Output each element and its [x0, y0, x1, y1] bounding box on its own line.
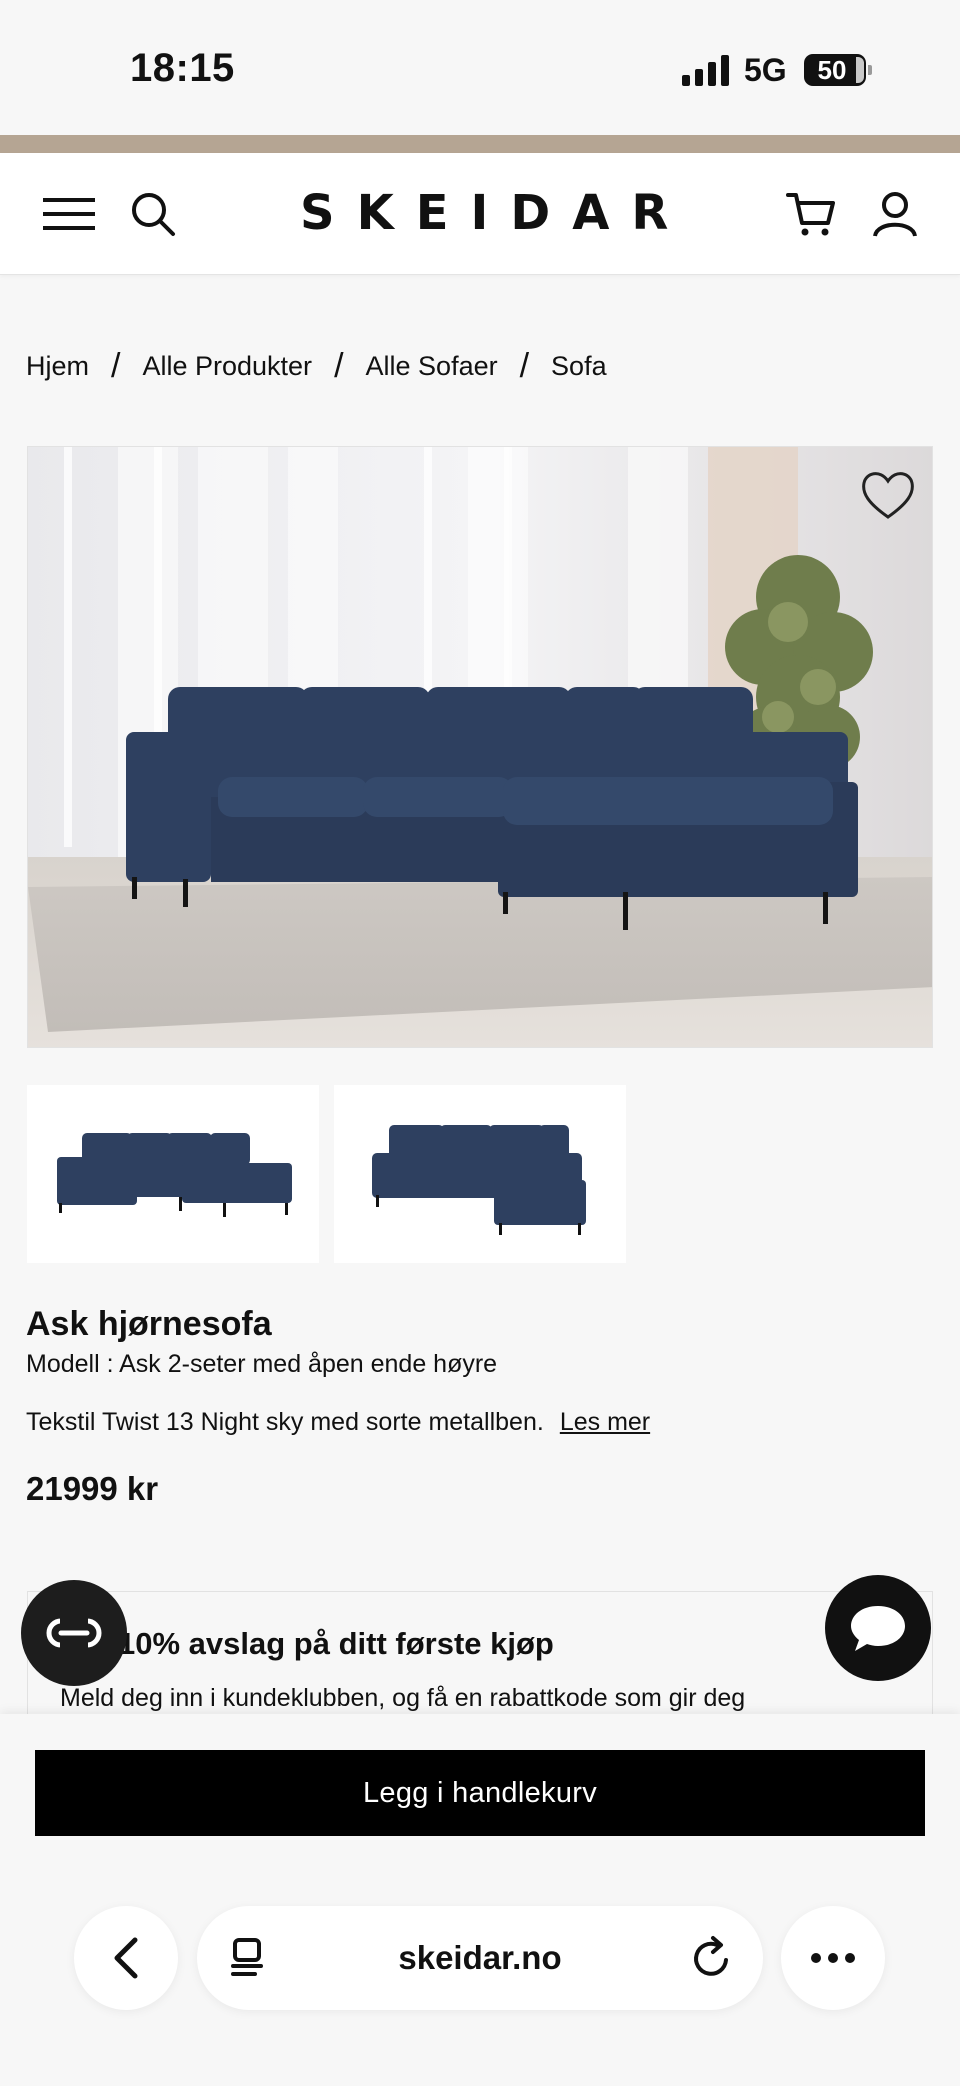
reload-icon[interactable]: [691, 1934, 733, 1985]
network-type: 5G: [744, 52, 787, 88]
promo-card: 10% avslag på ditt første kjøp Meld deg …: [27, 1591, 933, 1721]
heart-icon[interactable]: [858, 467, 918, 523]
chevron-left-icon: [114, 1937, 138, 1979]
chat-icon: [851, 1606, 905, 1651]
sofa-room-photo: [28, 447, 932, 1047]
site-header: SKEIDAR: [0, 153, 960, 275]
product-description-text: Tekstil Twist 13 Night sky med sorte met…: [26, 1408, 544, 1436]
breadcrumb-separator: /: [519, 347, 530, 385]
browser-back-button[interactable]: [74, 1906, 178, 2010]
signal-icon: [682, 54, 729, 86]
read-more-link[interactable]: Les mer: [560, 1408, 650, 1436]
promo-text: Meld deg inn i kundeklubben, og få en ra…: [60, 1684, 746, 1712]
breadcrumb-separator: /: [334, 347, 344, 385]
status-time: 18:15: [130, 46, 235, 90]
bottom-bar: Legg i handlekurv skeidar.no: [0, 1714, 960, 2086]
product-thumbnail[interactable]: [27, 1085, 319, 1263]
add-to-cart-button[interactable]: Legg i handlekurv: [35, 1750, 925, 1836]
browser-address-bar[interactable]: skeidar.no: [197, 1906, 763, 2010]
sofa-thumbnail-image: [57, 1133, 292, 1217]
product-thumbnail[interactable]: [334, 1085, 626, 1263]
link-badge-button[interactable]: [21, 1580, 127, 1686]
cart-icon[interactable]: [782, 185, 840, 243]
browser-more-button[interactable]: [781, 1906, 885, 2010]
battery-level: 50: [817, 55, 847, 85]
breadcrumb-item-all-sofas[interactable]: Alle Sofaer: [366, 351, 498, 382]
breadcrumb-item-all-products[interactable]: Alle Produkter: [142, 351, 312, 382]
product-price: 21999 kr: [26, 1470, 159, 1507]
tabs-icon[interactable]: [227, 1936, 267, 1985]
battery-icon: 50: [804, 54, 872, 86]
breadcrumb-item-home[interactable]: Hjem: [26, 351, 89, 382]
search-icon[interactable]: [124, 185, 182, 243]
browser-url: skeidar.no: [398, 1939, 562, 1976]
status-bar: 18:15 5G 50: [0, 0, 960, 135]
more-icon: [811, 1953, 855, 1963]
chat-button[interactable]: [825, 1575, 931, 1681]
product-description: Tekstil Twist 13 Night sky med sorte met…: [26, 1408, 650, 1437]
promo-title: 10% avslag på ditt første kjøp: [118, 1626, 554, 1661]
user-icon[interactable]: [866, 185, 924, 243]
sofa-thumbnail-image: [372, 1125, 586, 1235]
link-icon: [46, 1618, 102, 1648]
menu-icon[interactable]: [40, 185, 98, 243]
breadcrumb-separator: /: [111, 347, 121, 385]
breadcrumb: Hjem / Alle Produkter / Alle Sofaer / So…: [26, 347, 607, 386]
product-model: Modell : Ask 2-seter med åpen ende høyre: [26, 1350, 498, 1378]
product-main-image[interactable]: [27, 446, 933, 1048]
breadcrumb-item-sofa[interactable]: Sofa: [551, 351, 607, 382]
brand-strip: [0, 135, 960, 153]
site-logo[interactable]: SKEIDAR: [300, 185, 668, 241]
product-title: Ask hjørnesofa: [26, 1305, 272, 1343]
